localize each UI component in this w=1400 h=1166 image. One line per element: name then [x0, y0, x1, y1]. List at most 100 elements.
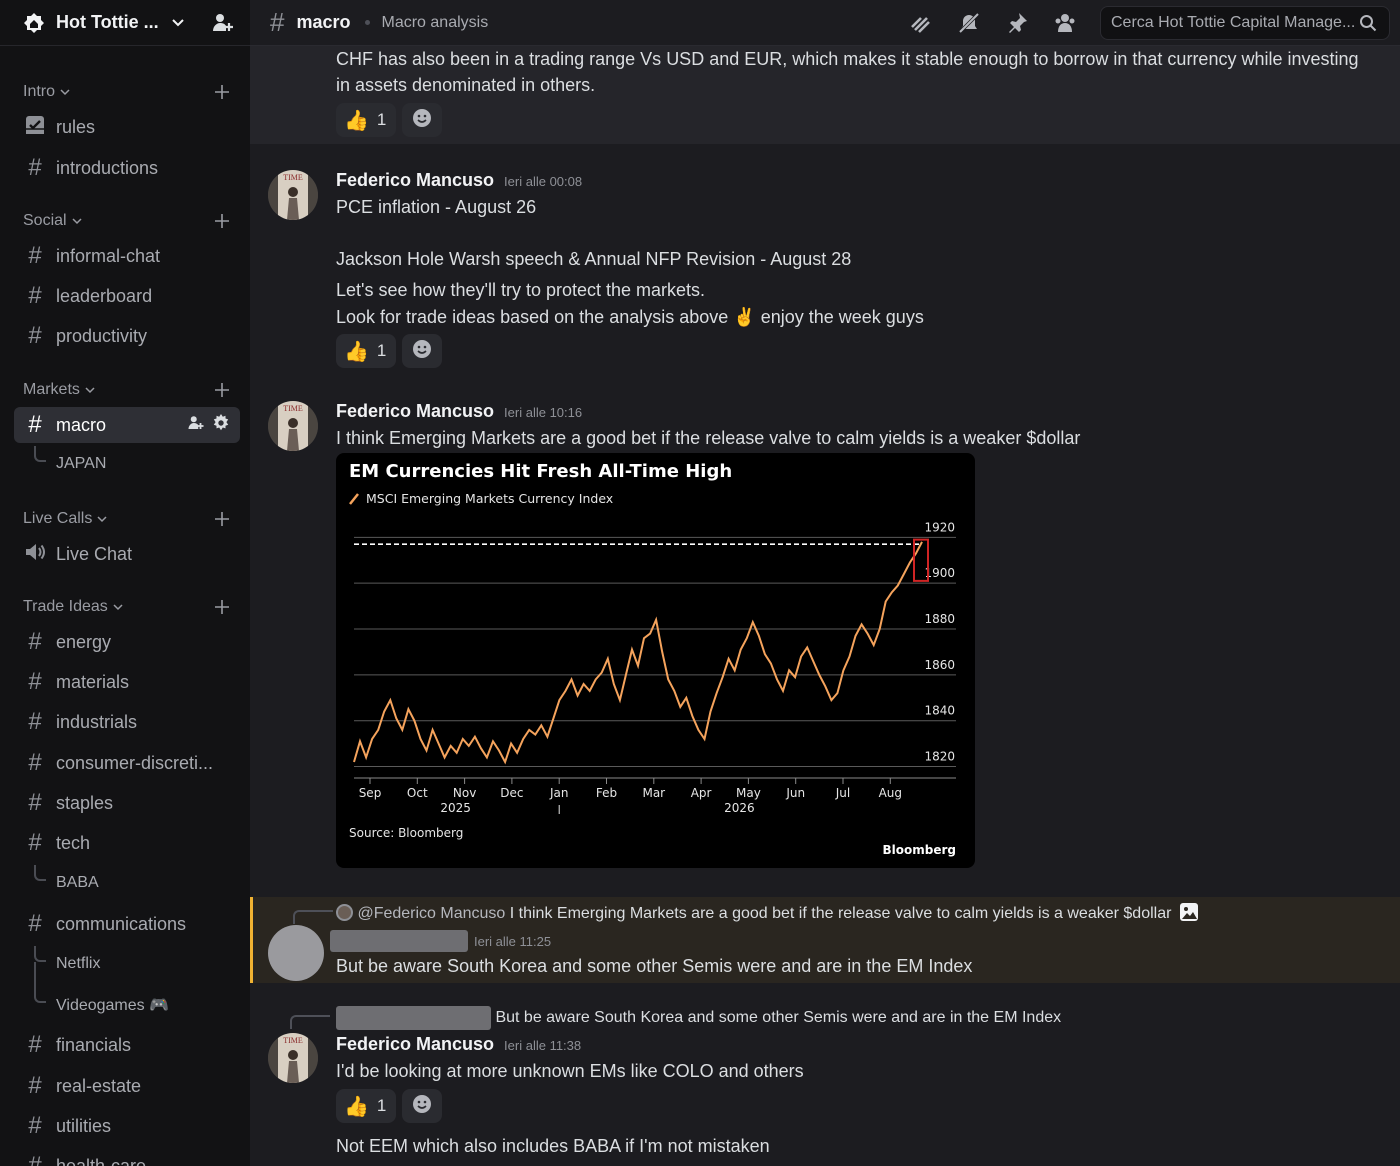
avatar-placeholder[interactable]	[268, 925, 324, 981]
add-channel-icon[interactable]	[214, 213, 230, 229]
channel-financials[interactable]: # financials	[14, 1028, 240, 1062]
chat-area: # macro Macro analysis CHF has also been…	[250, 0, 1400, 1166]
channel-materials[interactable]: # materials	[14, 665, 240, 699]
gear-icon[interactable]	[212, 413, 230, 437]
pin-icon[interactable]	[1004, 10, 1030, 36]
reaction-thumbs-up[interactable]: 👍 1	[336, 334, 396, 368]
search-box[interactable]	[1100, 5, 1390, 40]
add-channel-icon[interactable]	[214, 511, 230, 527]
avatar[interactable]: TIME	[268, 1033, 318, 1083]
search-input[interactable]	[1111, 13, 1355, 32]
message-timestamp: Ieri alle 11:25	[474, 934, 552, 949]
thread-baba[interactable]: BABA	[14, 865, 240, 898]
avatar-logo-text: TIME	[283, 173, 303, 182]
reaction-thumbs-up[interactable]: 👍 1	[336, 103, 396, 137]
x-tick-label: Dec	[500, 786, 523, 800]
hashtag-icon: #	[270, 7, 285, 37]
channel-industrials[interactable]: # industrials	[14, 705, 240, 739]
thread-branch	[34, 446, 46, 462]
hashtag-icon: #	[28, 282, 42, 309]
message-author[interactable]: Ieri alle 11:25	[330, 930, 552, 953]
channel-title: macro	[296, 12, 351, 32]
thread-netflix[interactable]: Netflix	[14, 946, 240, 979]
reaction-thumbs-up[interactable]: 👍 1	[336, 1089, 396, 1123]
channel-staples[interactable]: # staples	[14, 786, 240, 820]
thread-branch	[34, 946, 46, 962]
category-social[interactable]: Social	[14, 211, 236, 231]
channel-sidebar: Hot Tottie ... Intro rules # introductio…	[0, 0, 250, 1166]
message-timestamp: Ieri alle 00:08	[504, 174, 583, 189]
category-live-calls[interactable]: Live Calls	[14, 509, 236, 529]
chart-brand: Bloomberg	[883, 843, 957, 857]
add-reaction-button[interactable]	[402, 334, 442, 368]
message-author[interactable]: Federico Mancuso Ieri alle 11:38	[336, 1034, 581, 1055]
reply-spine	[290, 1015, 330, 1029]
channel-real-estate[interactable]: # real-estate	[14, 1069, 240, 1103]
year-label: 2026	[724, 801, 755, 815]
channel-communications[interactable]: # communications	[14, 907, 240, 941]
channel-informal-chat[interactable]: # informal-chat	[14, 239, 240, 273]
x-tick-label: May	[736, 786, 761, 800]
chart-image-attachment[interactable]: EM Currencies Hit Fresh All-Time High MS…	[336, 453, 975, 868]
search-icon	[1355, 10, 1381, 36]
message-text: I'd be looking at more unknown EMs like …	[336, 1061, 804, 1081]
channel-consumer-discretionary[interactable]: # consumer-discreti...	[14, 746, 240, 780]
channel-introductions[interactable]: # introductions	[14, 151, 240, 185]
channel-macro[interactable]: # macro	[14, 407, 240, 443]
channel-live-chat[interactable]: Live Chat	[14, 537, 240, 571]
separator-dot	[364, 20, 370, 25]
hashtag-icon: #	[28, 668, 42, 695]
reply-reference[interactable]: @Federico Mancuso I think Emerging Marke…	[336, 902, 1199, 927]
avatar[interactable]: TIME	[268, 170, 318, 220]
category-markets[interactable]: Markets	[14, 380, 236, 400]
channel-leaderboard[interactable]: # leaderboard	[14, 279, 240, 313]
channel-rules[interactable]: rules	[14, 110, 240, 144]
x-tick-label: Jun	[785, 786, 805, 800]
channel-productivity[interactable]: # productivity	[14, 319, 240, 353]
x-tick-label: Aug	[879, 786, 902, 800]
thread-branch	[34, 962, 36, 990]
invite-people-icon[interactable]	[210, 10, 236, 36]
channel-health-care[interactable]: # health-care	[14, 1149, 240, 1166]
add-channel-icon[interactable]	[214, 382, 230, 398]
channel-utilities[interactable]: # utilities	[14, 1109, 240, 1143]
channel-topic[interactable]: Macro analysis	[382, 14, 489, 32]
create-invite-icon[interactable]	[187, 414, 205, 437]
message-author[interactable]: Federico Mancuso Ieri alle 10:16	[336, 401, 582, 422]
reply-reference[interactable]: But be aware South Korea and some other …	[336, 1006, 1061, 1030]
avatar[interactable]: TIME	[268, 401, 318, 451]
member-list-icon[interactable]	[1052, 10, 1078, 36]
threads-icon[interactable]	[908, 10, 934, 36]
thread-videogames[interactable]: Videogames 🎮	[14, 962, 240, 1020]
thumbs-up-emoji: 👍	[344, 109, 369, 132]
victory-hand-emoji: ✌️	[733, 307, 756, 327]
hashtag-icon: #	[28, 1072, 42, 1099]
message-colo: But be aware South Korea and some other …	[250, 997, 1400, 1166]
category-trade-ideas[interactable]: Trade Ideas	[14, 597, 236, 617]
reply-text: But be aware South Korea and some other …	[495, 1009, 1062, 1027]
x-tick-label: Apr	[691, 786, 712, 800]
channel-energy[interactable]: # energy	[14, 625, 240, 659]
notification-bell-muted-icon[interactable]	[956, 10, 982, 36]
y-tick-label: 1920	[924, 520, 955, 534]
add-reaction-button[interactable]	[402, 1089, 442, 1123]
year-label: 2025	[440, 801, 471, 815]
server-header[interactable]: Hot Tottie ...	[0, 0, 250, 46]
x-tick-label: Oct	[407, 786, 428, 800]
add-channel-icon[interactable]	[214, 84, 230, 100]
server-home-icon	[22, 11, 46, 35]
hashtag-icon: #	[28, 708, 42, 735]
message-author[interactable]: Federico Mancuso Ieri alle 00:08	[336, 170, 582, 191]
add-reaction-button[interactable]	[402, 103, 442, 137]
image-icon	[1179, 902, 1199, 927]
x-tick-label: Mar	[642, 786, 665, 800]
channel-header: # macro Macro analysis	[250, 0, 1400, 46]
channel-tech[interactable]: # tech	[14, 826, 240, 860]
add-channel-icon[interactable]	[214, 599, 230, 615]
chart-source: Source: Bloomberg	[349, 826, 463, 840]
thread-japan[interactable]: JAPAN	[14, 446, 240, 479]
category-intro[interactable]: Intro	[14, 82, 236, 102]
reply-text: I think Emerging Markets are a good bet …	[509, 905, 1172, 922]
chevron-down-icon	[97, 514, 107, 524]
redacted-username	[330, 930, 468, 953]
